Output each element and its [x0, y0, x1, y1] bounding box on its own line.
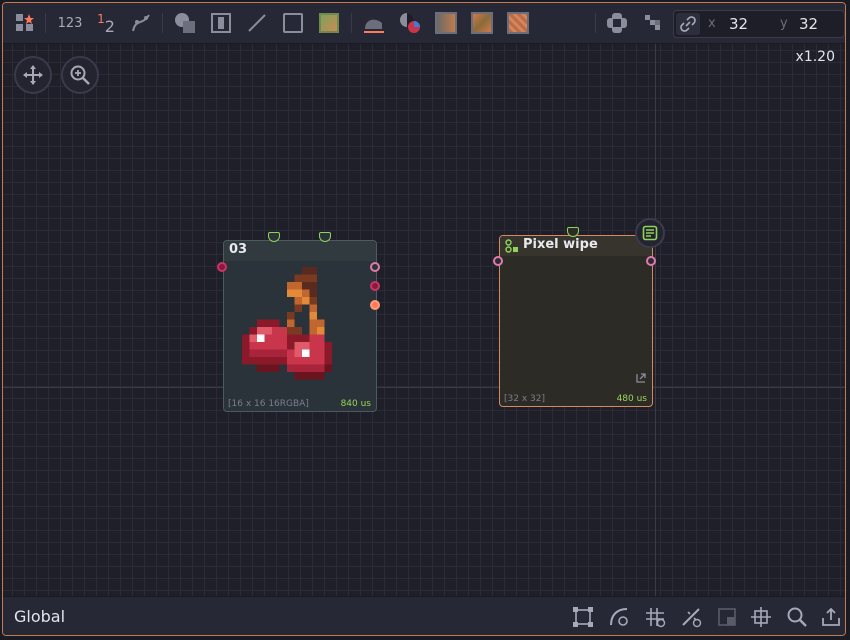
node-info: [32 x 32] — [504, 394, 545, 404]
image-node[interactable]: 03 [16 x 16 16RGBA] 840 us — [223, 240, 377, 412]
center-view-icon[interactable] — [749, 605, 773, 629]
node-output-port[interactable] — [646, 256, 656, 266]
zoom-button[interactable] — [61, 56, 99, 94]
number-node-label: 123 — [57, 15, 83, 31]
canvas-origin-horizontal-line — [3, 387, 845, 388]
shapes-icon[interactable] — [173, 11, 197, 35]
fraction-denominator: 2 — [104, 17, 115, 36]
dimension-fields: x 32 y 32 — [673, 10, 845, 38]
curve-node-icon[interactable] — [129, 11, 153, 35]
node-info: [16 x 16 16RGBA] — [228, 399, 309, 409]
toolbar-separator — [351, 13, 352, 33]
cherry-preview — [242, 267, 332, 380]
pattern-icon[interactable] — [505, 11, 531, 35]
tile-icon[interactable] — [604, 11, 630, 35]
fraction-node-button[interactable]: 12 — [95, 11, 117, 36]
gradient-icon[interactable] — [433, 11, 459, 35]
bottom-statusbar: Global — [3, 596, 845, 635]
node-title: Pixel wipe — [523, 237, 598, 252]
export-icon[interactable] — [819, 605, 843, 629]
inspector-icon — [642, 225, 658, 241]
toolbar-separator — [595, 13, 596, 33]
solid-surface-icon[interactable] — [281, 11, 305, 35]
search-icon[interactable] — [785, 605, 809, 629]
noise-icon[interactable] — [469, 11, 495, 35]
toolbar-separator — [45, 13, 46, 33]
inspect-node-button[interactable] — [635, 218, 665, 248]
height-field-label: y — [780, 16, 788, 31]
graph-scope-label: Global — [14, 607, 66, 626]
image-surface-icon[interactable] — [317, 11, 341, 35]
node-palette-icon[interactable] — [13, 11, 37, 35]
snap-settings-icon[interactable] — [679, 605, 703, 629]
blend-node-icon[interactable] — [361, 11, 387, 35]
canvas-origin-vertical-line — [655, 43, 656, 603]
width-field-label: x — [708, 16, 716, 31]
width-field[interactable]: 32 — [729, 15, 748, 33]
toolbar-separator — [162, 13, 163, 33]
checker-icon[interactable] — [641, 11, 665, 35]
curve-settings-icon[interactable] — [607, 605, 631, 629]
expand-icon[interactable] — [635, 372, 647, 384]
node-render-time: 840 us — [340, 399, 371, 409]
line-node-icon[interactable] — [245, 11, 269, 35]
fraction-numerator: 1 — [97, 12, 105, 26]
link-icon[interactable] — [676, 13, 700, 35]
node-render-time: 480 us — [616, 394, 647, 404]
height-field[interactable]: 32 — [799, 15, 818, 33]
node-output-port[interactable] — [370, 281, 380, 291]
zoom-icon — [70, 65, 90, 85]
zoom-level: x1.20 — [795, 49, 835, 65]
frame-selection-icon[interactable] — [571, 605, 595, 629]
top-toolbar: 123 12 x 32 y 32 — [3, 3, 845, 44]
color-channels-icon[interactable] — [397, 11, 423, 35]
graph-canvas[interactable]: 123 12 x 32 y 32 x1.20 03 [16 x 16 16RGB… — [2, 2, 846, 636]
pan-button[interactable] — [14, 56, 52, 94]
node-input-port[interactable] — [217, 262, 227, 272]
grid-settings-icon[interactable] — [643, 605, 667, 629]
pixel-wipe-node[interactable]: Pixel wipe [32 x 32] 480 us — [499, 235, 653, 407]
node-input-port[interactable] — [493, 256, 503, 266]
move-icon — [23, 65, 43, 85]
node-output-port[interactable] — [370, 262, 380, 272]
node-type-icon — [505, 239, 518, 253]
number-node-button[interactable]: 123 — [55, 11, 85, 35]
node-output-port[interactable] — [370, 300, 380, 310]
node-title: 03 — [229, 242, 248, 257]
preview-window-icon[interactable] — [715, 605, 739, 629]
frame-node-icon[interactable] — [209, 11, 233, 35]
